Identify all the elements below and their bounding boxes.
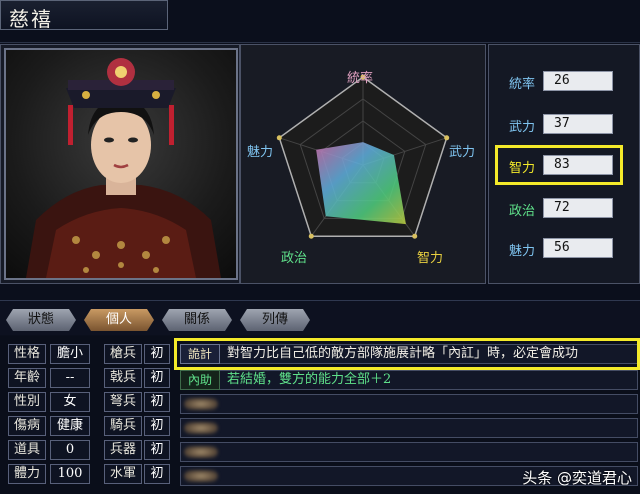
tab-personal[interactable]: 個人 — [84, 309, 154, 331]
attr-label: 性別 — [8, 392, 46, 412]
radar-value-polygon — [316, 142, 406, 225]
character-name: 慈禧 — [9, 7, 53, 31]
troop-label: 水軍 — [104, 464, 142, 484]
troop-aptitude: 初 — [144, 464, 170, 484]
troop-label: 弩兵 — [104, 392, 142, 412]
radar-vertex-dot — [444, 135, 450, 141]
attr-value: -- — [50, 368, 90, 388]
skill-row-4 — [180, 418, 638, 438]
tab-relations[interactable]: 關係 — [162, 309, 232, 331]
troop-label: 槍兵 — [104, 344, 142, 364]
attr-label: 道具 — [8, 440, 46, 460]
stat-label-tongshuai: 統率 — [509, 77, 536, 92]
attr-label: 傷病 — [8, 416, 46, 436]
stat-label-meili: 魅力 — [509, 244, 536, 259]
attr-value: 100 — [50, 464, 90, 484]
attr-value: 0 — [50, 440, 90, 460]
radar-label-zhili: 智力 — [417, 251, 444, 266]
attr-label: 性格 — [8, 344, 46, 364]
watermark-text: 头条 @奕道君心 — [522, 469, 632, 487]
stat-value-wuli: 37 — [543, 114, 613, 134]
skill-desc-2: 若結婚，雙方的能力全部＋2 — [227, 372, 392, 387]
skill-tag-hidden-3 — [184, 446, 218, 458]
portrait-image — [26, 58, 221, 278]
troop-aptitude: 初 — [144, 392, 170, 412]
radar-vertex-dot — [276, 135, 282, 141]
character-portrait — [4, 48, 238, 280]
skill-row-5 — [180, 442, 638, 462]
radar-label-meili: 魅力 — [247, 145, 274, 160]
troop-label: 兵器 — [104, 440, 142, 460]
stat-label-zhengzhi: 政治 — [509, 204, 536, 219]
stats-panel: 統率 26 武力 37 智力 83 政治 72 魅力 56 — [488, 44, 640, 284]
attr-value: 膽小 — [50, 344, 90, 364]
troop-label: 戟兵 — [104, 368, 142, 388]
troop-aptitude: 初 — [144, 344, 170, 364]
troop-aptitude: 初 — [144, 440, 170, 460]
troop-aptitude: 初 — [144, 368, 170, 388]
radar-vertex-dot — [308, 233, 314, 239]
header-divider — [0, 30, 640, 43]
zhili-highlight-box — [495, 145, 623, 185]
radar-label-tongshuai: 統率 — [347, 71, 374, 86]
tab-status[interactable]: 狀態 — [6, 309, 76, 331]
attr-value: 女 — [50, 392, 90, 412]
tab-bar: 狀態 個人 關係 列傳 — [0, 300, 640, 335]
radar-label-wuli: 武力 — [449, 145, 476, 160]
radar-label-zhengzhi: 政治 — [281, 251, 308, 266]
stat-value-meili: 56 — [543, 238, 613, 258]
ability-radar-panel: 統率 武力 智力 政治 魅力 — [240, 44, 486, 284]
tab-biography[interactable]: 列傳 — [240, 309, 310, 331]
skill-tag-hidden-1 — [184, 398, 218, 410]
attr-label: 年齡 — [8, 368, 46, 388]
stat-value-tongshuai: 26 — [543, 71, 613, 91]
title-bar: 慈禧 — [0, 0, 168, 31]
troop-label: 騎兵 — [104, 416, 142, 436]
attr-value: 健康 — [50, 416, 90, 436]
skill-highlight-box — [174, 338, 640, 370]
stat-value-zhengzhi: 72 — [543, 198, 613, 218]
attr-label: 體力 — [8, 464, 46, 484]
skill-tag-hidden-2 — [184, 422, 218, 434]
skill-row-3 — [180, 394, 638, 414]
radar-vertex-dot — [412, 233, 418, 239]
skill-tag-neizhu[interactable]: 內助 — [180, 370, 220, 390]
troop-aptitude: 初 — [144, 416, 170, 436]
stat-label-wuli: 武力 — [509, 120, 536, 135]
skill-row-2: 若結婚，雙方的能力全部＋2 — [180, 370, 638, 390]
skill-tag-hidden-4 — [184, 470, 218, 482]
